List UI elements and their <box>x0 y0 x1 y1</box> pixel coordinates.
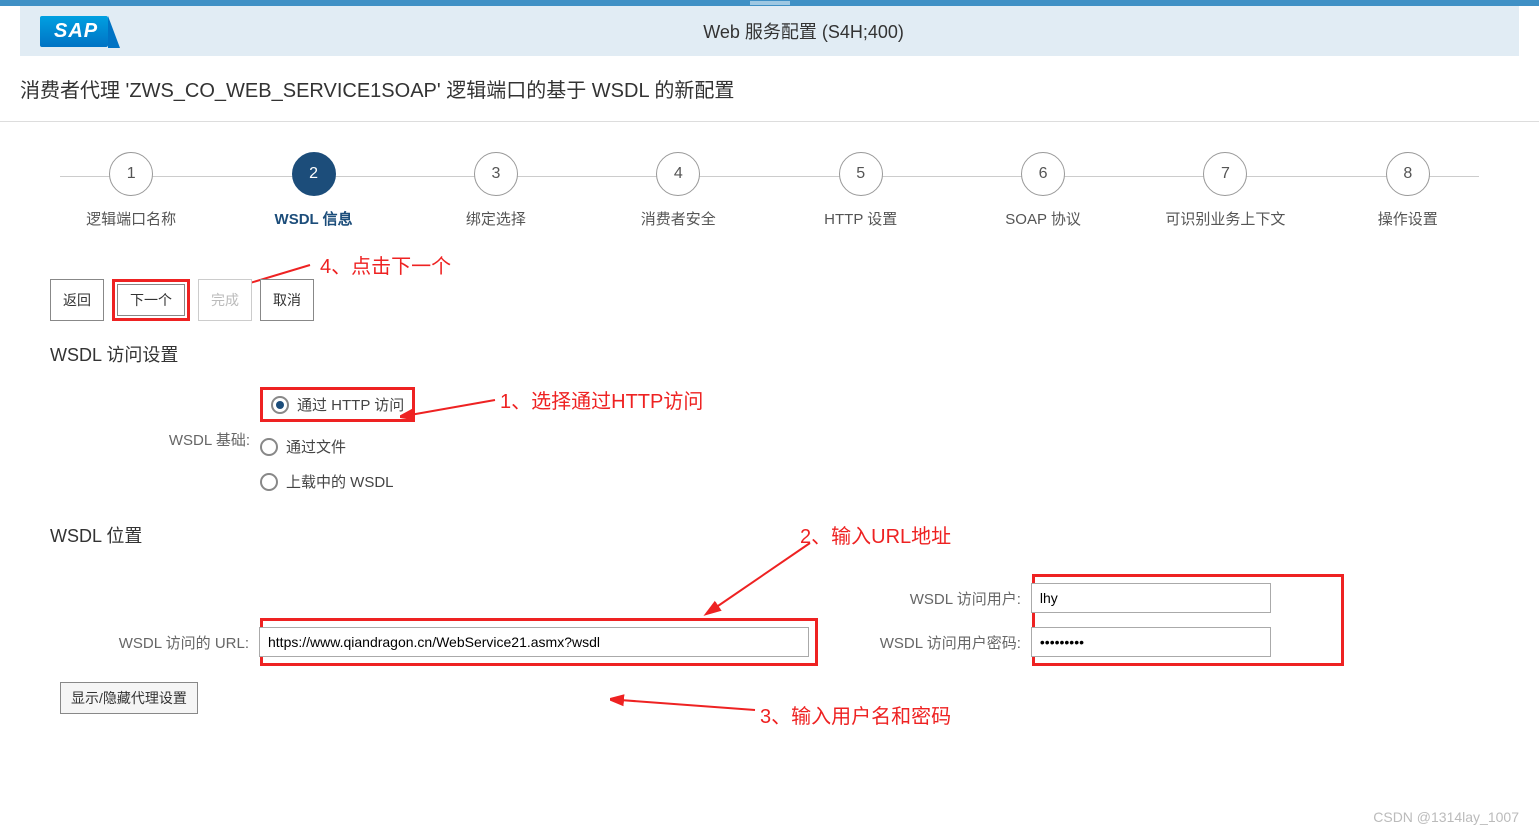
section-title-access: WSDL 访问设置 <box>50 341 1489 367</box>
wizard-step-1[interactable]: 1 逻辑端口名称 <box>40 152 222 229</box>
step-label: 逻辑端口名称 <box>40 208 222 229</box>
wsdl-url-input[interactable] <box>259 627 809 657</box>
wizard-step-6[interactable]: 6 SOAP 协议 <box>952 152 1134 229</box>
user-label: WSDL 访问用户: <box>821 588 1031 609</box>
step-label: SOAP 协议 <box>952 208 1134 229</box>
radio-icon <box>260 438 278 456</box>
finish-button: 完成 <box>198 279 252 321</box>
highlight-box: 下一个 <box>112 279 190 321</box>
step-label: 可识别业务上下文 <box>1134 208 1316 229</box>
radio-label: 通过 HTTP 访问 <box>297 394 404 415</box>
radio-label: 通过文件 <box>286 436 346 457</box>
back-button[interactable]: 返回 <box>50 279 104 321</box>
radio-label: 上载中的 WSDL <box>286 471 394 492</box>
step-number: 4 <box>656 152 700 196</box>
button-row: 返回 下一个 完成 取消 <box>50 279 1489 321</box>
pwd-label: WSDL 访问用户密码: <box>821 632 1031 653</box>
page-title: 消费者代理 'ZWS_CO_WEB_SERVICE1SOAP' 逻辑端口的基于 … <box>0 56 1539 122</box>
sap-logo: SAP <box>40 16 108 47</box>
step-number: 6 <box>1021 152 1065 196</box>
radio-icon <box>260 473 278 491</box>
wsdl-base-row: WSDL 基础: 通过 HTTP 访问 通过文件 上载中的 WSDL <box>50 387 1489 492</box>
cancel-button[interactable]: 取消 <box>260 279 314 321</box>
wizard-step-4[interactable]: 4 消费者安全 <box>587 152 769 229</box>
wsdl-user-input[interactable] <box>1031 583 1271 613</box>
url-label: WSDL 访问的 URL: <box>49 632 259 653</box>
radio-upload-wsdl[interactable]: 上载中的 WSDL <box>260 471 415 492</box>
wizard-step-3[interactable]: 3 绑定选择 <box>405 152 587 229</box>
next-button[interactable]: 下一个 <box>117 284 185 316</box>
watermark: CSDN @1314lay_1007 <box>1373 809 1519 825</box>
step-number: 2 <box>292 152 336 196</box>
highlight-box-url: WSDL 访问的 URL: <box>260 618 818 666</box>
radio-http-access[interactable]: 通过 HTTP 访问 <box>271 394 404 415</box>
step-number: 3 <box>474 152 518 196</box>
step-label: 绑定选择 <box>405 208 587 229</box>
wizard-step-5[interactable]: 5 HTTP 设置 <box>770 152 952 229</box>
step-label: 消费者安全 <box>587 208 769 229</box>
step-label: WSDL 信息 <box>222 208 404 229</box>
step-number: 1 <box>109 152 153 196</box>
step-number: 7 <box>1203 152 1247 196</box>
wizard-step-2[interactable]: 2 WSDL 信息 <box>222 152 404 229</box>
step-label: HTTP 设置 <box>770 208 952 229</box>
highlight-box-credentials: WSDL 访问用户: WSDL 访问用户密码: <box>1032 574 1344 666</box>
radio-icon <box>271 396 289 414</box>
wizard-steps: 1 逻辑端口名称 2 WSDL 信息 3 绑定选择 4 消费者安全 5 HTTP… <box>0 132 1539 239</box>
wsdl-base-label: WSDL 基础: <box>50 429 260 450</box>
header-title: Web 服务配置 (S4H;400) <box>108 18 1499 44</box>
step-number: 5 <box>839 152 883 196</box>
step-label: 操作设置 <box>1317 208 1499 229</box>
radio-file-access[interactable]: 通过文件 <box>260 436 415 457</box>
wsdl-base-radio-group: 通过 HTTP 访问 通过文件 上载中的 WSDL <box>260 387 415 492</box>
wizard-step-7[interactable]: 7 可识别业务上下文 <box>1134 152 1316 229</box>
annotation-4: 4、点击下一个 <box>320 250 451 279</box>
section-title-location: WSDL 位置 <box>50 522 1489 548</box>
arrow-icon <box>700 538 820 618</box>
wsdl-password-input[interactable] <box>1031 627 1271 657</box>
step-number: 8 <box>1386 152 1430 196</box>
app-header: SAP Web 服务配置 (S4H;400) <box>20 6 1519 56</box>
wizard-step-8[interactable]: 8 操作设置 <box>1317 152 1499 229</box>
toggle-proxy-button[interactable]: 显示/隐藏代理设置 <box>60 682 198 714</box>
